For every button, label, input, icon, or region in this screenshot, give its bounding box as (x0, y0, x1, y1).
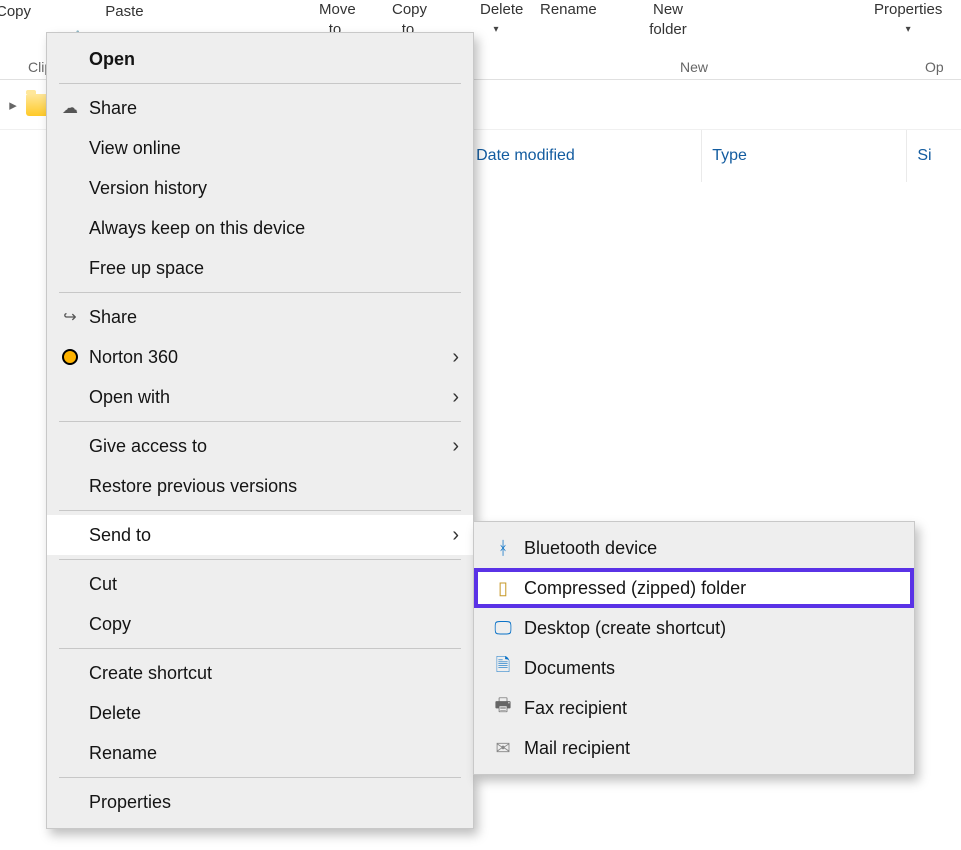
bluetooth-icon: ᚼ (488, 538, 518, 559)
submenu-fax[interactable]: 🖶 Fax recipient (474, 688, 914, 728)
ctx-cut[interactable]: Cut (47, 564, 473, 604)
context-menu: Open ☁ Share View online Version history… (46, 32, 474, 829)
separator (59, 559, 461, 560)
label: Properties (83, 792, 459, 813)
chevron-right-icon: › (452, 346, 459, 369)
ribbon-rename[interactable]: Rename (526, 0, 611, 20)
ctx-norton[interactable]: Norton 360 › (47, 337, 473, 377)
label: Fax recipient (518, 698, 900, 719)
label: Desktop (create shortcut) (518, 618, 900, 639)
chevron-right-icon: › (452, 386, 459, 409)
group-open-partial: Op (925, 59, 944, 75)
submenu-bluetooth[interactable]: ᚼ Bluetooth device (474, 528, 914, 568)
label: Properties (874, 1, 942, 18)
path-back-icon[interactable]: ▸ (4, 96, 22, 114)
document-icon: 🗎 (488, 653, 518, 683)
label: Version history (83, 178, 459, 199)
label: View online (83, 138, 459, 159)
ctx-share-cloud[interactable]: ☁ Share (47, 88, 473, 128)
ctx-rename[interactable]: Rename (47, 733, 473, 773)
norton-icon (57, 349, 83, 365)
group-new-label: New (680, 59, 708, 75)
ctx-free-space[interactable]: Free up space (47, 248, 473, 288)
col-size[interactable]: Si (907, 130, 961, 182)
ctx-open[interactable]: Open (47, 39, 473, 79)
label: Type (712, 147, 747, 165)
fax-icon: 🖶 (488, 693, 518, 723)
label: Share (83, 307, 459, 328)
label: Create shortcut (83, 663, 459, 684)
separator (59, 83, 461, 84)
label: Mail recipient (518, 738, 900, 759)
separator (59, 510, 461, 511)
mail-icon: ✉ (488, 738, 518, 759)
label: Norton 360 (83, 347, 452, 368)
ribbon-properties[interactable]: Properties▾ (860, 0, 956, 40)
ribbon-copy[interactable]: Copy (0, 2, 45, 22)
label: Restore previous versions (83, 476, 459, 497)
desktop-icon: 🖵 (488, 618, 518, 639)
ctx-always-keep[interactable]: Always keep on this device (47, 208, 473, 248)
separator (59, 648, 461, 649)
ctx-create-shortcut[interactable]: Create shortcut (47, 653, 473, 693)
label: Documents (518, 658, 900, 679)
label: Delete (480, 1, 523, 18)
label: Rename (83, 743, 459, 764)
col-date-modified[interactable]: Date modified (466, 130, 702, 182)
label: Copy (0, 3, 31, 20)
label: Paste (105, 3, 143, 20)
share-icon (57, 307, 83, 327)
submenu-desktop[interactable]: 🖵 Desktop (create shortcut) (474, 608, 914, 648)
label: Delete (83, 703, 459, 724)
zip-icon: ▯ (488, 578, 518, 599)
label: Copy (83, 614, 459, 635)
ctx-delete[interactable]: Delete (47, 693, 473, 733)
separator (59, 292, 461, 293)
submenu-compressed-zip[interactable]: ▯ Compressed (zipped) folder (474, 568, 914, 608)
ctx-view-online[interactable]: View online (47, 128, 473, 168)
ribbon-paste[interactable]: Paste (55, 2, 194, 22)
label: Always keep on this device (83, 218, 459, 239)
ctx-restore-prev[interactable]: Restore previous versions (47, 466, 473, 506)
ctx-open-with[interactable]: Open with › (47, 377, 473, 417)
label: Si (917, 147, 931, 165)
ctx-copy[interactable]: Copy (47, 604, 473, 644)
ctx-give-access[interactable]: Give access to › (47, 426, 473, 466)
label: Give access to (83, 436, 452, 457)
separator (59, 777, 461, 778)
col-type[interactable]: Type (702, 130, 907, 182)
cloud-icon: ☁ (57, 98, 83, 118)
ctx-send-to[interactable]: Send to › (47, 515, 473, 555)
submenu-documents[interactable]: 🗎 Documents (474, 648, 914, 688)
label: Open (83, 49, 459, 70)
label: Free up space (83, 258, 459, 279)
label: New folder (649, 1, 687, 38)
chevron-right-icon: › (452, 524, 459, 547)
label: Open with (83, 387, 452, 408)
chevron-right-icon: › (452, 435, 459, 458)
label: Send to (83, 525, 452, 546)
send-to-submenu: ᚼ Bluetooth device ▯ Compressed (zipped)… (473, 521, 915, 775)
ribbon-delete[interactable]: Delete▾ (466, 0, 526, 40)
separator (59, 421, 461, 422)
label: Date modified (476, 147, 575, 165)
ctx-version-history[interactable]: Version history (47, 168, 473, 208)
label: Compressed (zipped) folder (518, 578, 900, 599)
ctx-properties[interactable]: Properties (47, 782, 473, 822)
ribbon-new-folder[interactable]: New folder (634, 0, 702, 40)
label: Cut (83, 574, 459, 595)
label: Share (83, 98, 459, 119)
ctx-share[interactable]: Share (47, 297, 473, 337)
label: Rename (540, 1, 597, 18)
submenu-mail[interactable]: ✉ Mail recipient (474, 728, 914, 768)
label: Bluetooth device (518, 538, 900, 559)
